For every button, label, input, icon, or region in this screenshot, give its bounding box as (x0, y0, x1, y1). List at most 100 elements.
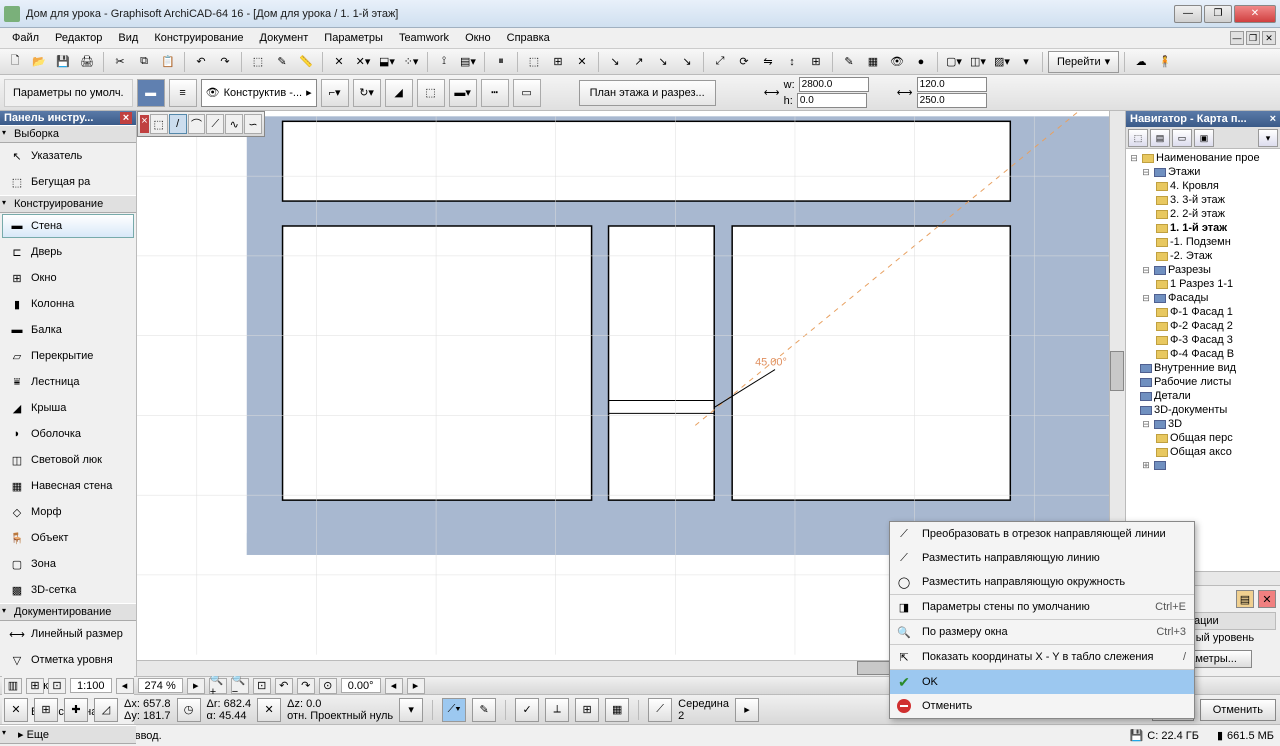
tool-roof[interactable]: ◢Крыша (2, 396, 134, 420)
opt3-icon[interactable]: ⊡ (48, 678, 66, 694)
nav-tab-view[interactable]: ▤ (1150, 129, 1170, 147)
geom1-icon[interactable]: ⌐▾ (321, 79, 349, 107)
zoom-next-icon[interactable]: ▸ (187, 678, 205, 694)
tool-window[interactable]: ⊞Окно (2, 266, 134, 290)
move-icon[interactable]: ⤢ (709, 51, 731, 73)
tool-lindim[interactable]: ⟷Линейный размер (2, 622, 134, 646)
cancel-button[interactable]: Отменить (1200, 699, 1276, 721)
section-design[interactable]: Конструирование (0, 195, 136, 213)
menu-design[interactable]: Конструирование (146, 30, 251, 46)
floorplan-button[interactable]: План этажа и разрез... (579, 80, 716, 106)
navigator-close-icon[interactable]: × (1270, 113, 1276, 125)
coord-xy-icon[interactable]: ◿ (94, 698, 118, 722)
default-settings-label[interactable]: Параметры по умолч. (4, 79, 133, 107)
nav-tab-layout[interactable]: ▭ (1172, 129, 1192, 147)
geom-straight-icon[interactable]: ⬚ (150, 114, 168, 134)
snap-play-icon[interactable]: ▸ (735, 698, 759, 722)
pick-icon[interactable]: ⬚ (247, 51, 269, 73)
arrow3-icon[interactable]: ↘ (652, 51, 674, 73)
copy-icon[interactable]: ⧉ (133, 51, 155, 73)
geom-arc-icon[interactable]: ⌒ (188, 114, 206, 134)
snap3-icon[interactable]: ⬓▾ (376, 51, 398, 73)
wand-icon[interactable]: ✎ (271, 51, 293, 73)
wall-settings-icon[interactable]: ▬ (137, 79, 165, 107)
ruler-icon[interactable]: ⟟ (433, 51, 455, 73)
ref5-icon[interactable]: ▭ (513, 79, 541, 107)
snap-grid2-icon[interactable]: ⊞ (575, 698, 599, 722)
box4-icon[interactable]: ▾ (1015, 51, 1037, 73)
menu-window[interactable]: Окно (457, 30, 499, 46)
ang2-icon[interactable]: ▸ (407, 678, 425, 694)
nav-goto-button[interactable]: Перейти▾ (1048, 51, 1119, 73)
tool-marquee[interactable]: ⬚Бегущая ра (2, 170, 134, 194)
zoom-prev-icon[interactable]: ↶ (275, 678, 293, 694)
ref4-icon[interactable]: ┅ (481, 79, 509, 107)
ctx-place-circle[interactable]: ◯Разместить направляющую окружность (890, 570, 1194, 595)
ctx-place-line[interactable]: ⟋Разместить направляющую линию (890, 546, 1194, 570)
save-icon[interactable]: 💾 (52, 51, 74, 73)
nav-delete-icon[interactable]: ✕ (1258, 590, 1276, 608)
angle-field[interactable]: 0.00° (341, 678, 381, 693)
print-icon[interactable]: 🖨 (76, 51, 98, 73)
cloud-icon[interactable]: ☁ (1130, 51, 1152, 73)
structure-dropdown[interactable]: 👁Конструктив -...▸ (201, 79, 317, 107)
menu-edit[interactable]: Редактор (47, 30, 110, 46)
menu-options[interactable]: Параметры (316, 30, 391, 46)
tool-stair[interactable]: ⩸Лестница (2, 370, 134, 394)
arrow2-icon[interactable]: ↗ (628, 51, 650, 73)
ctx-convert[interactable]: ⟋Преобразовать в отрезок направляющей ли… (890, 522, 1194, 546)
mdi-minimize-icon[interactable]: — (1230, 31, 1244, 45)
coord-z-icon[interactable]: ✕ (257, 698, 281, 722)
tool-column[interactable]: ▮Колонна (2, 292, 134, 316)
mirror-icon[interactable]: ⇋ (757, 51, 779, 73)
suspend-icon[interactable]: ⏸ (490, 51, 512, 73)
height-input[interactable] (797, 93, 867, 108)
snap-perp-icon[interactable]: ⟂ (545, 698, 569, 722)
zoom-next2-icon[interactable]: ↷ (297, 678, 315, 694)
snap-grid3-icon[interactable]: ▦ (605, 698, 629, 722)
measure-icon[interactable]: 📏 (295, 51, 317, 73)
ang1-icon[interactable]: ◂ (385, 678, 403, 694)
drawing-area[interactable]: × ⬚ / ⌒ ⟋ ∿ ∽ 45.00° (137, 111, 1125, 676)
menu-teamwork[interactable]: Teamwork (391, 30, 457, 46)
delete-icon[interactable]: ✕ (571, 51, 593, 73)
ctx-show-xy[interactable]: ⇱Показать координаты X - Y в табло слеже… (890, 645, 1194, 670)
navigator-tree[interactable]: ⊟ Наименование прое ⊟ Этажи 4. Кровля 3.… (1126, 149, 1280, 571)
zoom-in-icon[interactable]: 🔍+ (209, 678, 227, 694)
tool-beam[interactable]: ▬Балка (2, 318, 134, 342)
geom-curve-icon[interactable]: ∿ (225, 114, 243, 134)
nav-tab-project[interactable]: ⬚ (1128, 129, 1148, 147)
ctx-cancel[interactable]: Отменить (890, 694, 1194, 718)
tool-shell[interactable]: ◗Оболочка (2, 422, 134, 446)
coord-polar-icon[interactable]: ◷ (177, 698, 201, 722)
toolbox-close-icon[interactable]: × (120, 112, 132, 124)
ref3-icon[interactable]: ▬▾ (449, 79, 477, 107)
pen-icon[interactable]: ✎ (838, 51, 860, 73)
tool-door[interactable]: ⊏Дверь (2, 240, 134, 264)
tool-curtain[interactable]: ▦Навесная стена (2, 474, 134, 498)
opt1-icon[interactable]: ▥ (4, 678, 22, 694)
minimize-button[interactable]: — (1174, 5, 1202, 23)
proj-icon[interactable]: ⊙ (319, 678, 337, 694)
open-icon[interactable]: 📂 (28, 51, 50, 73)
geom-spline-icon[interactable]: ∽ (244, 114, 262, 134)
menu-file[interactable]: Файл (4, 30, 47, 46)
menu-view[interactable]: Вид (110, 30, 146, 46)
geom-line-icon[interactable]: / (169, 114, 187, 134)
opt2-icon[interactable]: ⊞ (26, 678, 44, 694)
nav-new-icon[interactable]: ▤ (1236, 590, 1254, 608)
tool-morph[interactable]: ◇Морф (2, 500, 134, 524)
tool-pointer[interactable]: ↖Указатель (2, 144, 134, 168)
zoom-out-icon[interactable]: 🔍− (231, 678, 249, 694)
snap-mid-icon[interactable]: ⟋▾ (442, 698, 466, 722)
fill-icon[interactable]: ▦ (862, 51, 884, 73)
zoom-fit-icon[interactable]: ⊡ (253, 678, 271, 694)
menu-help[interactable]: Справка (499, 30, 558, 46)
sphere-icon[interactable]: ● (910, 51, 932, 73)
pet-close-icon[interactable]: × (140, 115, 149, 133)
snap-type-icon[interactable]: ⟋ (648, 698, 672, 722)
thick1-input[interactable] (917, 77, 987, 92)
maximize-button[interactable]: ❐ (1204, 5, 1232, 23)
eye-icon[interactable]: 👁 (886, 51, 908, 73)
arrow4-icon[interactable]: ↘ (676, 51, 698, 73)
